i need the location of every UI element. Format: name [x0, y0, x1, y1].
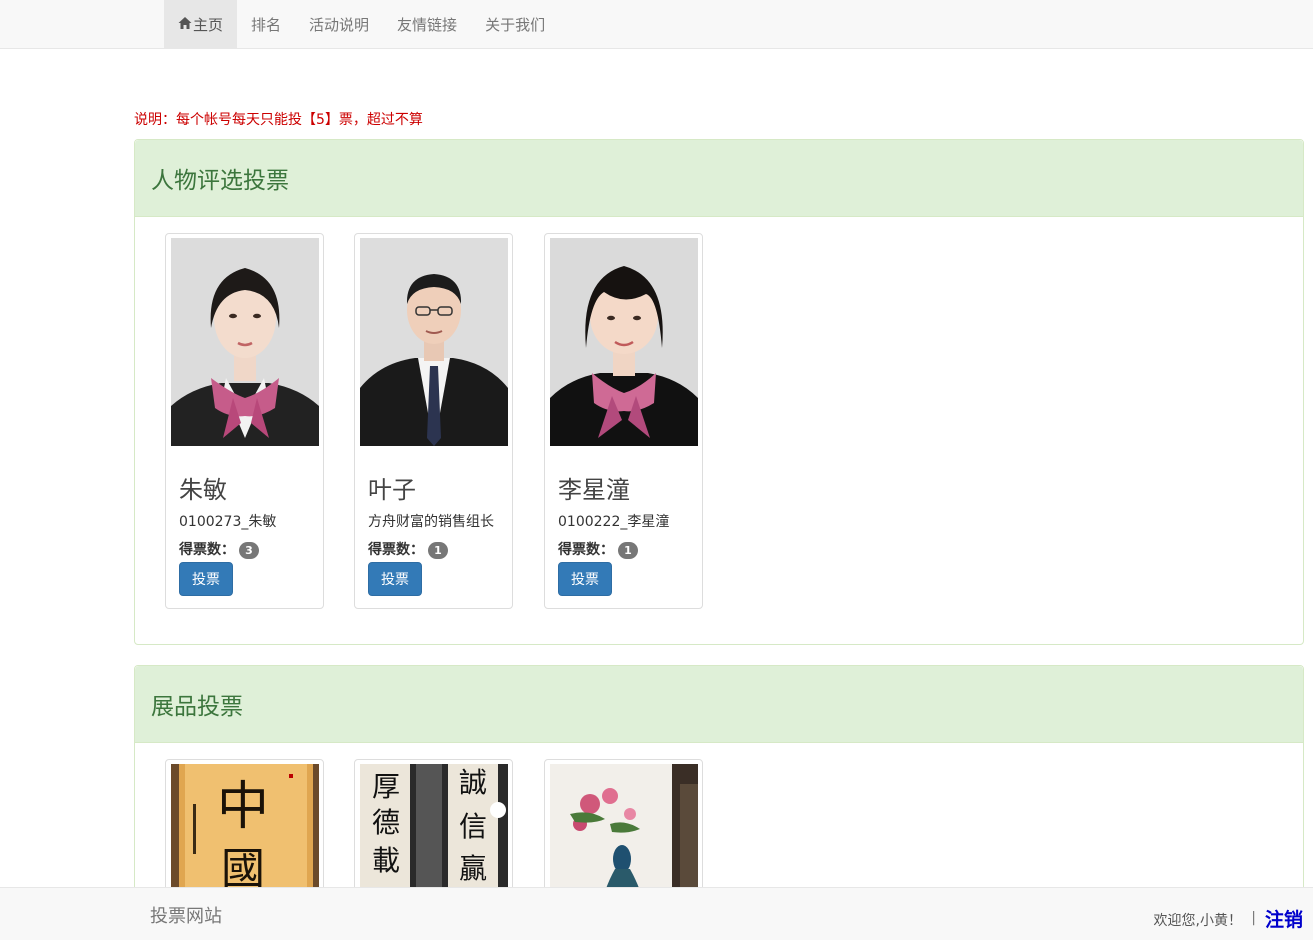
nav-item-activity-info[interactable]: 活动说明 — [295, 0, 383, 48]
vote-count: 得票数： 3 — [179, 539, 259, 559]
people-vote-panel: 人物评选投票 朱敏 0100273_朱敏 得票数： 3 投票 叶子 方舟财富的销… — [134, 139, 1304, 645]
candidate-card: 李星潼 0100222_李星潼 得票数： 1 投票 — [544, 233, 703, 609]
panel-heading: 展品投票 — [135, 666, 1303, 743]
top-navbar: 主页 排名 活动说明 友情链接 关于我们 — [0, 0, 1313, 49]
vote-count-label: 得票数： — [368, 542, 424, 558]
nav-item-home[interactable]: 主页 — [164, 0, 238, 48]
calligraphy-glyph: 載 — [372, 844, 400, 877]
vote-button[interactable]: 投票 — [179, 562, 233, 596]
vote-count: 得票数： 1 — [368, 539, 448, 559]
vote-count-badge: 1 — [618, 541, 638, 559]
vote-count: 得票数： 1 — [558, 539, 638, 559]
panel-title: 展品投票 — [151, 694, 243, 720]
calligraphy-glyph: 贏 — [459, 852, 487, 885]
panel-heading: 人物评选投票 — [135, 140, 1303, 217]
nav-item-label: 主页 — [193, 15, 224, 34]
vote-count-label: 得票数： — [558, 542, 614, 558]
calligraphy-glyph: 誠 — [459, 766, 487, 799]
bottom-navbar: 投票网站 欢迎您,小黄！ | 注销 — [0, 887, 1313, 940]
candidate-card: 朱敏 0100273_朱敏 得票数： 3 投票 — [165, 233, 324, 609]
home-icon — [178, 17, 192, 29]
welcome-text: 欢迎您,小黄！ — [1153, 913, 1242, 929]
nav-item-about[interactable]: 关于我们 — [471, 0, 559, 48]
candidate-photo — [360, 238, 508, 446]
calligraphy-glyph: 信 — [459, 810, 487, 843]
vote-count-badge: 3 — [239, 541, 259, 559]
candidate-desc: 0100273_朱敏 — [179, 514, 277, 530]
nav-item-label: 友情链接 — [397, 15, 458, 34]
candidate-name: 朱敏 — [179, 476, 227, 504]
calligraphy-glyph: 厚 — [372, 770, 400, 803]
calligraphy-glyph: 中 — [217, 777, 269, 837]
logout-link[interactable]: 注销 — [1265, 905, 1303, 932]
candidate-photo — [550, 238, 698, 446]
panel-title: 人物评选投票 — [151, 168, 289, 194]
vote-count-badge: 1 — [428, 541, 448, 559]
nav-list: 主页 排名 活动说明 友情链接 关于我们 — [164, 0, 559, 48]
candidate-desc: 方舟财富的销售组长 — [368, 514, 494, 530]
calligraphy-glyph: 德 — [372, 806, 400, 839]
vote-button[interactable]: 投票 — [368, 562, 422, 596]
candidate-photo — [171, 238, 319, 446]
separator: | — [1251, 910, 1256, 926]
nav-item-label: 关于我们 — [485, 15, 546, 34]
site-brand[interactable]: 投票网站 — [150, 902, 222, 928]
nav-item-label: 活动说明 — [309, 15, 370, 34]
vote-rule-notice: 说明：每个帐号每天只能投【5】票，超过不算 — [134, 112, 423, 128]
vote-button[interactable]: 投票 — [558, 562, 612, 596]
candidate-card: 叶子 方舟财富的销售组长 得票数： 1 投票 — [354, 233, 513, 609]
vote-count-label: 得票数： — [179, 542, 235, 558]
nav-item-links[interactable]: 友情链接 — [383, 0, 471, 48]
candidate-name: 李星潼 — [558, 476, 630, 504]
candidate-name: 叶子 — [368, 476, 416, 504]
nav-item-ranking[interactable]: 排名 — [237, 0, 295, 48]
candidate-desc: 0100222_李星潼 — [558, 514, 670, 530]
nav-item-label: 排名 — [251, 15, 282, 34]
